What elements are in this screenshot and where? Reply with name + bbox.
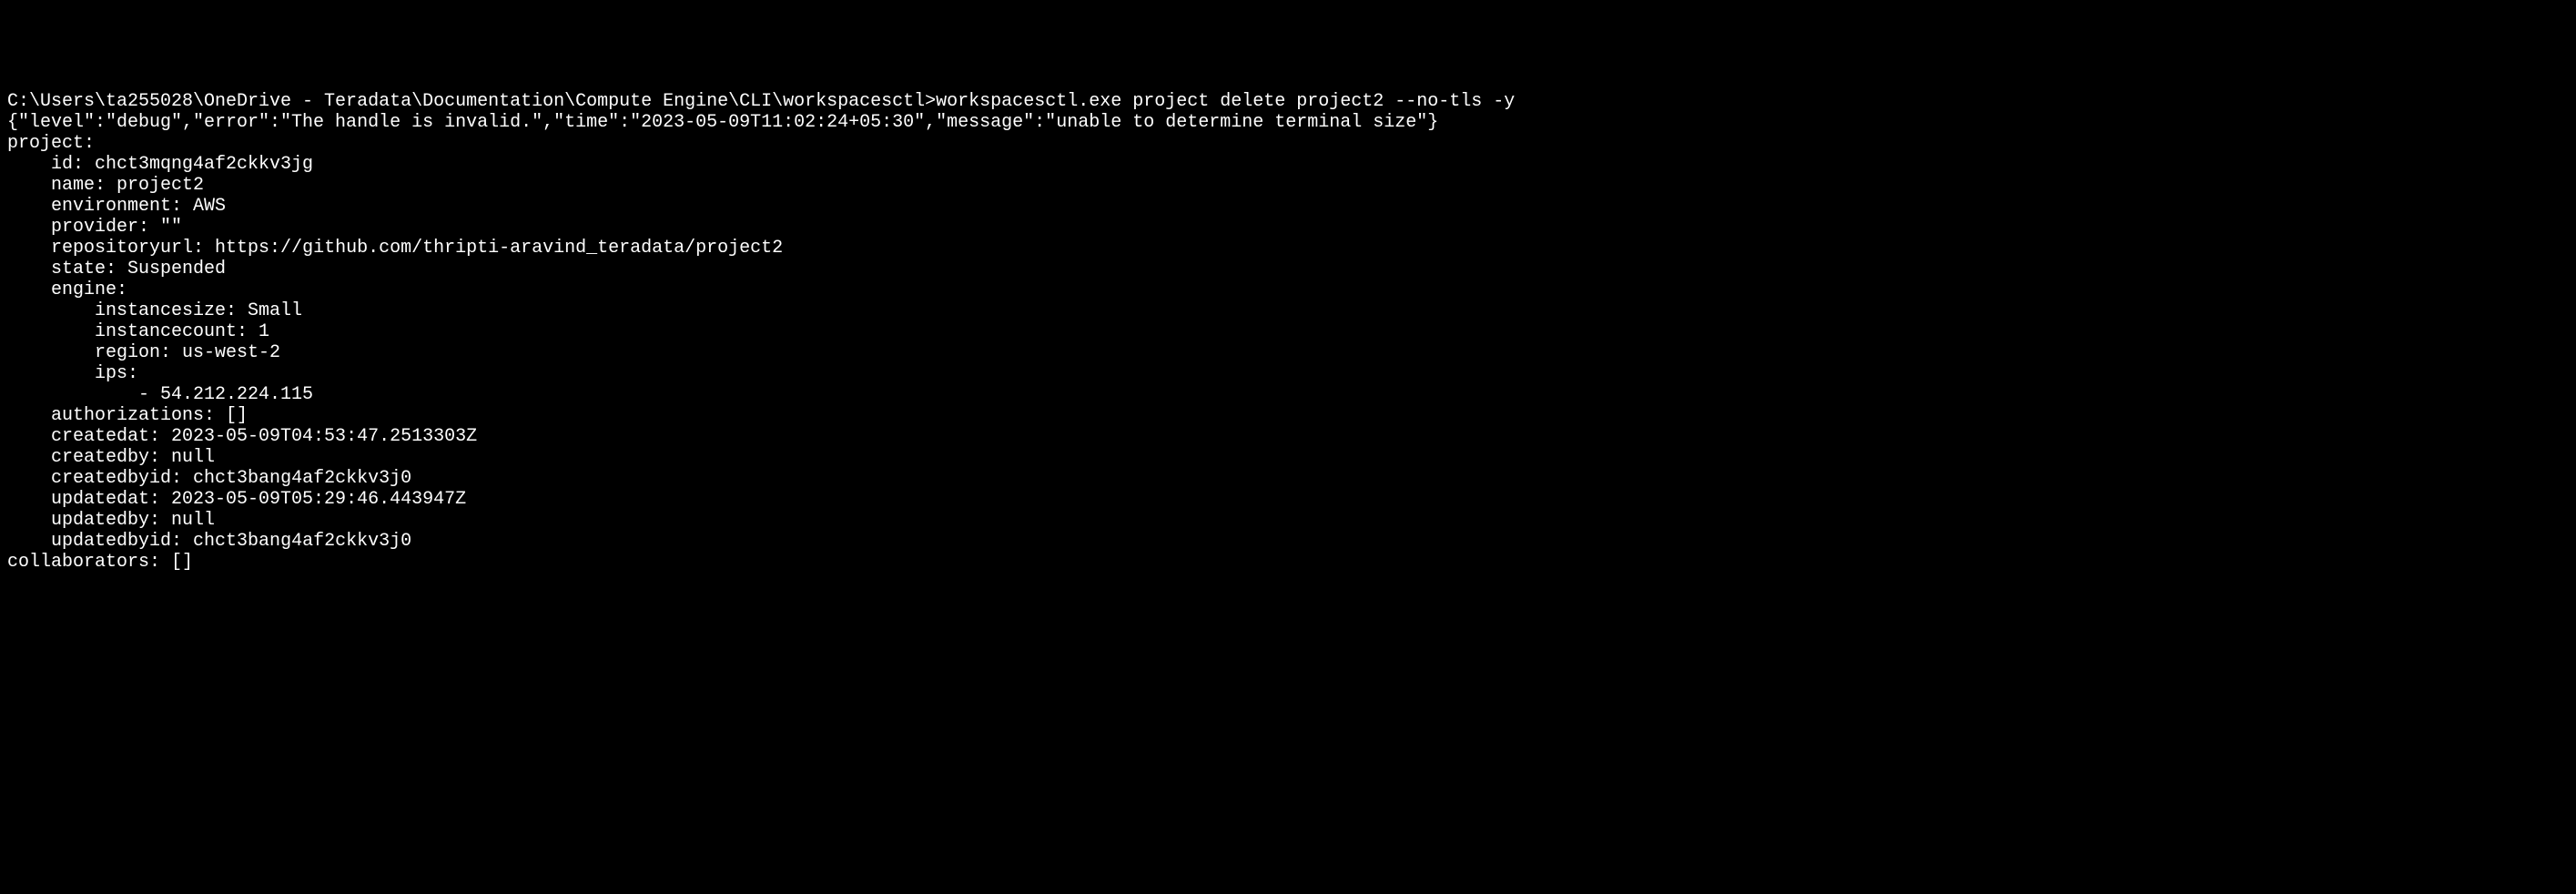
name-label: name: (7, 175, 117, 196)
updatedbyid-label: updatedbyid: (7, 531, 193, 552)
provider-value: "" (160, 217, 182, 238)
environment-label: environment: (7, 196, 193, 217)
updatedby-value: null (171, 510, 215, 531)
ips-value: - 54.212.224.115 (7, 384, 313, 405)
prompt-path: C:\Users\ta255028\OneDrive - Teradata\Do… (7, 91, 936, 112)
state-value: Suspended (127, 259, 226, 279)
createdat-label: createdat: (7, 426, 171, 447)
ips-label: ips: (7, 363, 138, 384)
terminal-output[interactable]: C:\Users\ta255028\OneDrive - Teradata\Do… (7, 91, 2569, 573)
id-value: chct3mqng4af2ckkv3jg (95, 154, 313, 175)
collaborators-label: collaborators: (7, 552, 171, 573)
id-label: id: (7, 154, 95, 175)
provider-label: provider: (7, 217, 160, 238)
updatedby-label: updatedby: (7, 510, 171, 531)
updatedat-label: updatedat: (7, 489, 171, 510)
command-text: workspacesctl.exe project delete project… (936, 91, 1515, 112)
region-value: us-west-2 (182, 342, 280, 363)
instancesize-label: instancesize: (7, 300, 248, 321)
environment-value: AWS (193, 196, 226, 217)
instancecount-label: instancecount: (7, 321, 259, 342)
repositoryurl-value: https://github.com/thripti-aravind_terad… (215, 238, 783, 259)
name-value: project2 (117, 175, 204, 196)
createdat-value: 2023-05-09T04:53:47.2513303Z (171, 426, 477, 447)
createdby-value: null (171, 447, 215, 468)
createdbyid-label: createdbyid: (7, 468, 193, 489)
state-label: state: (7, 259, 127, 279)
instancecount-value: 1 (259, 321, 269, 342)
authorizations-label: authorizations: (7, 405, 226, 426)
repositoryurl-label: repositoryurl: (7, 238, 215, 259)
debug-line: {"level":"debug","error":"The handle is … (7, 112, 1438, 133)
createdbyid-value: chct3bang4af2ckkv3j0 (193, 468, 411, 489)
updatedat-value: 2023-05-09T05:29:46.443947Z (171, 489, 466, 510)
authorizations-value: [] (226, 405, 248, 426)
collaborators-value: [] (171, 552, 193, 573)
region-label: region: (7, 342, 182, 363)
project-label: project: (7, 133, 95, 154)
engine-label: engine: (7, 279, 127, 300)
instancesize-value: Small (248, 300, 302, 321)
updatedbyid-value: chct3bang4af2ckkv3j0 (193, 531, 411, 552)
createdby-label: createdby: (7, 447, 171, 468)
